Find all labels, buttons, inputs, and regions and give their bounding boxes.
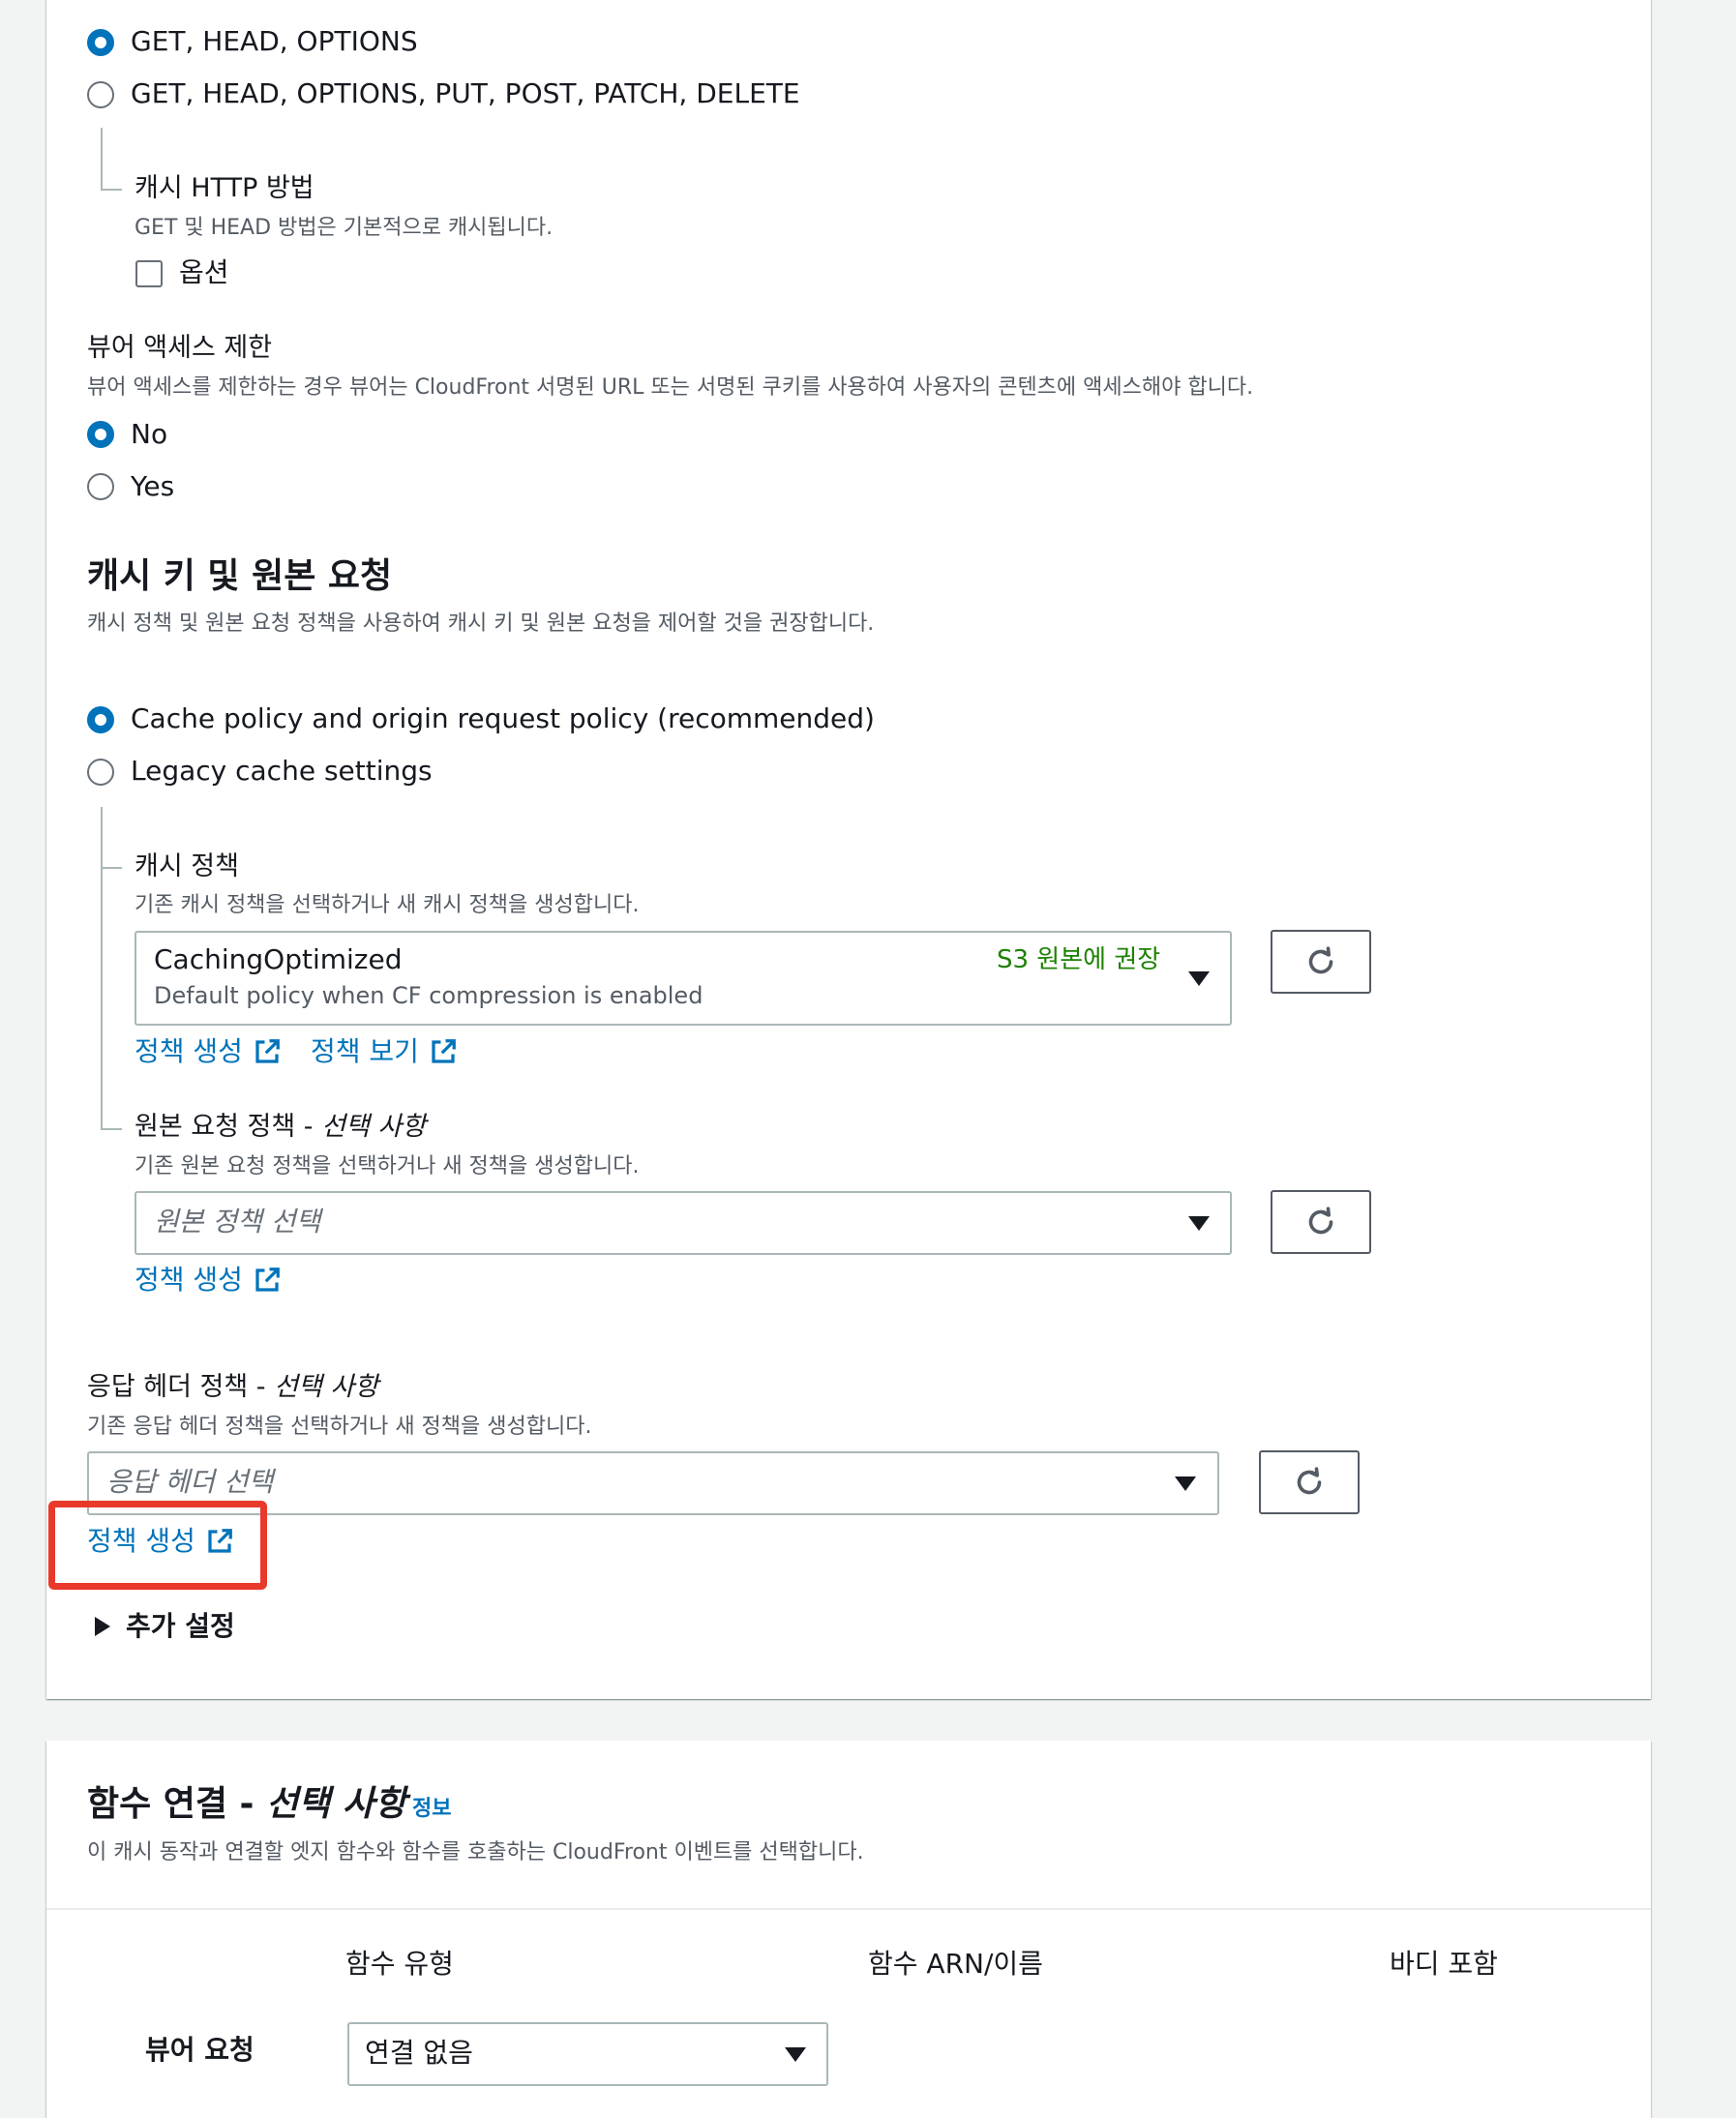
cache-policy-description: 기존 캐시 정책을 선택하거나 새 캐시 정책을 생성합니다. xyxy=(135,893,640,917)
cache-policy-select[interactable]: CachingOptimized Default policy when CF … xyxy=(135,931,1232,1026)
viewer-request-row-label: 뷰어 요청 xyxy=(145,2034,254,2066)
origin-policy-label-optional: 선택 사항 xyxy=(321,1112,427,1142)
refresh-icon xyxy=(1308,1207,1333,1235)
cache-http-methods-label: 캐시 HTTP 방법 xyxy=(135,173,314,203)
radio-viewer-yes-label: Yes xyxy=(131,470,175,502)
tree-line-cache-policies xyxy=(101,807,103,1130)
tree-line-vertical xyxy=(101,128,103,190)
refresh-icon xyxy=(1297,1467,1322,1495)
create-cache-policy-link[interactable]: 정책 생성 xyxy=(135,1035,282,1068)
viewer-access-description: 뷰어 액세스를 제한하는 경우 뷰어는 CloudFront 서명된 URL 또… xyxy=(87,375,1254,400)
radio-viewer-no-label: No xyxy=(131,418,168,450)
function-associations-heading: 함수 연결 - 선택 사항 정보 xyxy=(87,1783,452,1831)
function-associations-heading-main: 함수 연결 - xyxy=(87,1784,267,1824)
chevron-down-icon xyxy=(1188,1216,1210,1231)
function-associations-heading-optional: 선택 사항 xyxy=(266,1784,407,1824)
response-headers-label: 응답 헤더 정책 - 선택 사항 xyxy=(87,1371,378,1404)
response-headers-description: 기존 응답 헤더 정책을 선택하거나 새 정책을 생성합니다. xyxy=(87,1415,592,1439)
response-headers-refresh-button[interactable] xyxy=(1259,1450,1360,1514)
create-cache-policy-link-text: 정책 생성 xyxy=(135,1035,243,1067)
options-checkbox-label: 옵션 xyxy=(179,256,229,288)
radio-cache-policy[interactable] xyxy=(87,706,114,733)
cache-behavior-card xyxy=(46,0,1651,1699)
cache-policy-label: 캐시 정책 xyxy=(135,851,239,881)
tree-branch-origin-policy xyxy=(101,1128,122,1130)
origin-policy-label-main: 원본 요청 정책 - xyxy=(135,1112,322,1142)
cache-policy-selected-description: Default policy when CF compression is en… xyxy=(154,982,703,1009)
radio-legacy-cache-label: Legacy cache settings xyxy=(131,755,433,787)
tree-branch-cache-policy xyxy=(101,867,122,869)
radio-legacy-cache[interactable] xyxy=(87,759,114,786)
view-cache-policy-link-text: 정책 보기 xyxy=(311,1035,419,1067)
origin-policy-label: 원본 요청 정책 - 선택 사항 xyxy=(135,1111,426,1144)
additional-settings-label: 추가 설정 xyxy=(126,1610,235,1642)
origin-policy-refresh-button[interactable] xyxy=(1271,1190,1371,1254)
response-headers-label-main: 응답 헤더 정책 - xyxy=(87,1372,275,1402)
recommended-badge: S3 원본에 권장 xyxy=(997,945,1161,974)
cache-http-methods-description: GET 및 HEAD 방법은 기본적으로 캐시됩니다. xyxy=(135,216,554,240)
cache-policy-selected-value: CachingOptimized xyxy=(154,943,403,975)
function-associations-description: 이 캐시 동작과 연결할 엣지 함수와 함수를 호출하는 CloudFront … xyxy=(87,1840,864,1864)
refresh-icon xyxy=(1308,946,1333,974)
external-link-icon xyxy=(429,1037,458,1066)
highlight-box xyxy=(48,1501,267,1590)
radio-all-methods-label: GET, HEAD, OPTIONS, PUT, POST, PATCH, DE… xyxy=(131,77,800,109)
column-header-function-arn: 함수 ARN/이름 xyxy=(868,1948,1043,1980)
section-divider xyxy=(46,1908,1651,1910)
radio-cache-policy-label: Cache policy and origin request policy (… xyxy=(131,702,875,734)
origin-policy-description: 기존 원본 요청 정책을 선택하거나 새 정책을 생성합니다. xyxy=(135,1154,640,1178)
info-link[interactable]: 정보 xyxy=(412,1797,451,1821)
cache-policy-refresh-button[interactable] xyxy=(1271,930,1371,994)
radio-viewer-no[interactable] xyxy=(87,421,114,448)
origin-policy-placeholder: 원본 정책 선택 xyxy=(154,1206,321,1238)
viewer-access-label: 뷰어 액세스 제한 xyxy=(87,333,273,363)
origin-policy-select[interactable]: 원본 정책 선택 xyxy=(135,1191,1232,1255)
cache-key-description: 캐시 정책 및 원본 요청 정책을 사용하여 캐시 키 및 원본 요청을 제어할… xyxy=(87,612,875,636)
viewer-request-function-type-value: 연결 없음 xyxy=(365,2037,473,2069)
options-checkbox[interactable] xyxy=(135,260,163,287)
viewer-request-function-type-select[interactable]: 연결 없음 xyxy=(347,2022,828,2086)
create-origin-policy-link[interactable]: 정책 생성 xyxy=(135,1264,282,1297)
additional-settings-toggle[interactable]: 추가 설정 xyxy=(95,1610,235,1643)
caret-right-icon xyxy=(95,1617,110,1636)
external-link-icon xyxy=(253,1266,282,1295)
radio-viewer-yes[interactable] xyxy=(87,473,114,500)
tree-line-horizontal xyxy=(101,189,122,191)
create-origin-policy-link-text: 정책 생성 xyxy=(135,1264,243,1296)
chevron-down-icon xyxy=(785,2047,806,2062)
view-cache-policy-link[interactable]: 정책 보기 xyxy=(311,1035,458,1068)
response-headers-placeholder: 응답 헤더 선택 xyxy=(106,1466,274,1498)
radio-get-head-options-label: GET, HEAD, OPTIONS xyxy=(131,25,418,57)
column-header-function-type: 함수 유형 xyxy=(345,1948,454,1980)
external-link-icon xyxy=(253,1037,282,1066)
cache-key-heading: 캐시 키 및 원본 요청 xyxy=(87,556,393,596)
chevron-down-icon xyxy=(1175,1477,1196,1491)
radio-all-methods[interactable] xyxy=(87,81,114,108)
chevron-down-icon xyxy=(1188,971,1210,986)
response-headers-label-optional: 선택 사항 xyxy=(274,1372,379,1402)
column-header-include-body: 바디 포함 xyxy=(1390,1948,1498,1980)
radio-get-head-options[interactable] xyxy=(87,29,114,56)
